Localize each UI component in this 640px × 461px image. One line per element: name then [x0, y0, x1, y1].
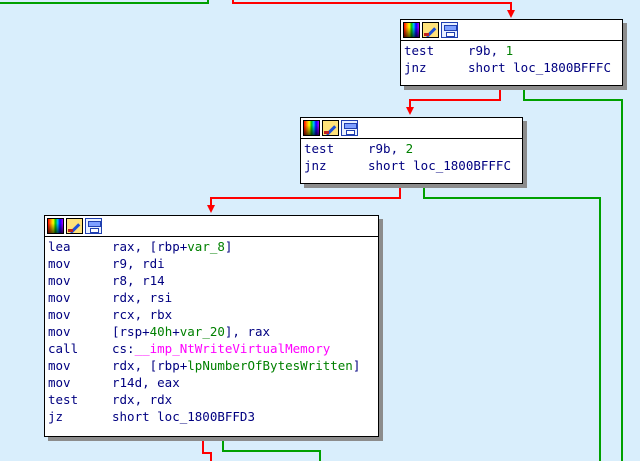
numeric-literal: 1: [505, 43, 514, 58]
asm-mnemonic: call: [48, 341, 79, 356]
operand-text: r9b,: [468, 43, 506, 58]
asm-mnemonic: mov: [48, 290, 71, 305]
asm-mnemonic: jnz: [404, 60, 427, 75]
operand-text: +: [172, 324, 180, 339]
asm-mnemonic: mov: [48, 273, 71, 288]
edge-block3-true: [222, 437, 321, 461]
asm-operands: short loc_1800BFFFC: [368, 157, 511, 174]
asm-line[interactable]: test r9b, 1: [404, 42, 622, 59]
graph-view-icon[interactable]: [85, 218, 102, 234]
operand-text: ]: [224, 239, 233, 254]
edge-block2-block3: [207, 184, 401, 213]
asm-operands: r9b, 2: [368, 140, 413, 157]
asm-line[interactable]: mov rcx, rbx: [48, 306, 378, 323]
asm-line[interactable]: lea rax, [rbp+var_8]: [48, 238, 378, 255]
operand-text: short loc_1800BFFFC: [468, 60, 611, 75]
operand-text: r8, r14: [112, 273, 165, 288]
operand-text: r14d, eax: [112, 375, 180, 390]
operand-text: [rsp+: [112, 324, 150, 339]
asm-operands: r14d, eax: [112, 374, 180, 391]
asm-mnemonic: lea: [48, 239, 71, 254]
edge-block1-block2: [406, 86, 501, 115]
operand-text: ]: [352, 358, 361, 373]
edge-block1-target: [523, 86, 623, 461]
code-block-1[interactable]: test r9b, 1 jnz short loc_1800BFFFC: [400, 19, 623, 86]
asm-mnemonic: mov: [48, 375, 71, 390]
asm-mnemonic: mov: [48, 358, 71, 373]
edge-block3-false: [202, 437, 212, 461]
asm-mnemonic: mov: [48, 307, 71, 322]
operand-text: short loc_1800BFFFC: [368, 158, 511, 173]
asm-operands: rax, [rbp+var_8]: [112, 238, 232, 255]
variable-ref[interactable]: var_8: [187, 239, 225, 254]
asm-line[interactable]: test rdx, rdx: [48, 391, 378, 408]
asm-line[interactable]: mov [rsp+40h+var_20], rax: [48, 323, 378, 340]
asm-line[interactable]: jnz short loc_1800BFFFC: [304, 157, 522, 174]
asm-mnemonic: mov: [48, 324, 71, 339]
asm-operands: short loc_1800BFFFC: [468, 59, 611, 76]
variable-ref[interactable]: lpNumberOfBytesWritten: [187, 358, 353, 373]
asm-line[interactable]: jnz short loc_1800BFFFC: [404, 59, 622, 76]
asm-mnemonic: jnz: [304, 158, 327, 173]
asm-line[interactable]: jz short loc_1800BFFD3: [48, 408, 378, 425]
block-header: [301, 118, 522, 139]
edge-incoming-green: [0, 0, 209, 4]
asm-operands: short loc_1800BFFD3: [112, 408, 255, 425]
color-palette-icon[interactable]: [403, 22, 420, 38]
asm-line[interactable]: call cs:__imp_NtWriteVirtualMemory: [48, 340, 378, 357]
asm-operands: r9, rdi: [112, 255, 165, 272]
numeric-literal: 40h: [149, 324, 173, 339]
asm-mnemonic: test: [304, 141, 335, 156]
code-block-3[interactable]: lea rax, [rbp+var_8] mov r9, rdi mov r8, r14 m…: [44, 215, 379, 437]
edge-block2-target: [423, 184, 601, 461]
block-header: [45, 216, 378, 237]
block-body: lea rax, [rbp+var_8] mov r9, rdi mov r8, r14 m…: [45, 237, 378, 427]
rename-icon[interactable]: [66, 218, 83, 234]
operand-text: rax, [rbp+: [112, 239, 188, 254]
asm-operands: rdx, [rbp+lpNumberOfBytesWritten]: [112, 357, 360, 374]
block-body: test r9b, 2 jnz short loc_1800BFFFC: [301, 139, 522, 176]
graph-view-icon[interactable]: [441, 22, 458, 38]
asm-operands: r8, r14: [112, 272, 165, 289]
operand-text: rdx, rsi: [112, 290, 173, 305]
graph-view-icon[interactable]: [341, 120, 358, 136]
operand-text: r9b,: [368, 141, 406, 156]
block-body: test r9b, 1 jnz short loc_1800BFFFC: [401, 41, 622, 78]
asm-line[interactable]: mov r14d, eax: [48, 374, 378, 391]
color-palette-icon[interactable]: [47, 218, 64, 234]
asm-operands: rdx, rsi: [112, 289, 172, 306]
color-palette-icon[interactable]: [303, 120, 320, 136]
asm-operands: rcx, rbx: [112, 306, 172, 323]
code-block-2[interactable]: test r9b, 2 jnz short loc_1800BFFFC: [300, 117, 523, 184]
numeric-literal: 2: [405, 141, 414, 156]
asm-mnemonic: test: [48, 392, 79, 407]
asm-mnemonic: jz: [48, 409, 64, 424]
asm-line[interactable]: mov rdx, [rbp+lpNumberOfBytesWritten]: [48, 357, 378, 374]
operand-text: r9, rdi: [112, 256, 165, 271]
asm-mnemonic: mov: [48, 256, 71, 271]
operand-text: ], rax: [224, 324, 271, 339]
edge-incoming-red: [232, 0, 515, 18]
operand-text: rdx, rdx: [112, 392, 173, 407]
operand-text: rcx, rbx: [112, 307, 173, 322]
rename-icon[interactable]: [422, 22, 439, 38]
asm-operands: cs:__imp_NtWriteVirtualMemory: [112, 340, 330, 357]
asm-line[interactable]: test r9b, 2: [304, 140, 522, 157]
variable-ref[interactable]: var_20: [180, 324, 225, 339]
asm-mnemonic: test: [404, 43, 435, 58]
asm-operands: rdx, rdx: [112, 391, 172, 408]
operand-text: rdx, [rbp+: [112, 358, 188, 373]
asm-operands: [rsp+40h+var_20], rax: [112, 323, 270, 340]
asm-line[interactable]: mov rdx, rsi: [48, 289, 378, 306]
operand-text: cs:: [112, 341, 135, 356]
block-header: [401, 20, 622, 41]
asm-line[interactable]: mov r8, r14: [48, 272, 378, 289]
import-ref[interactable]: __imp_NtWriteVirtualMemory: [135, 341, 331, 356]
operand-text: short loc_1800BFFD3: [112, 409, 255, 424]
asm-operands: r9b, 1: [468, 42, 513, 59]
rename-icon[interactable]: [322, 120, 339, 136]
asm-line[interactable]: mov r9, rdi: [48, 255, 378, 272]
